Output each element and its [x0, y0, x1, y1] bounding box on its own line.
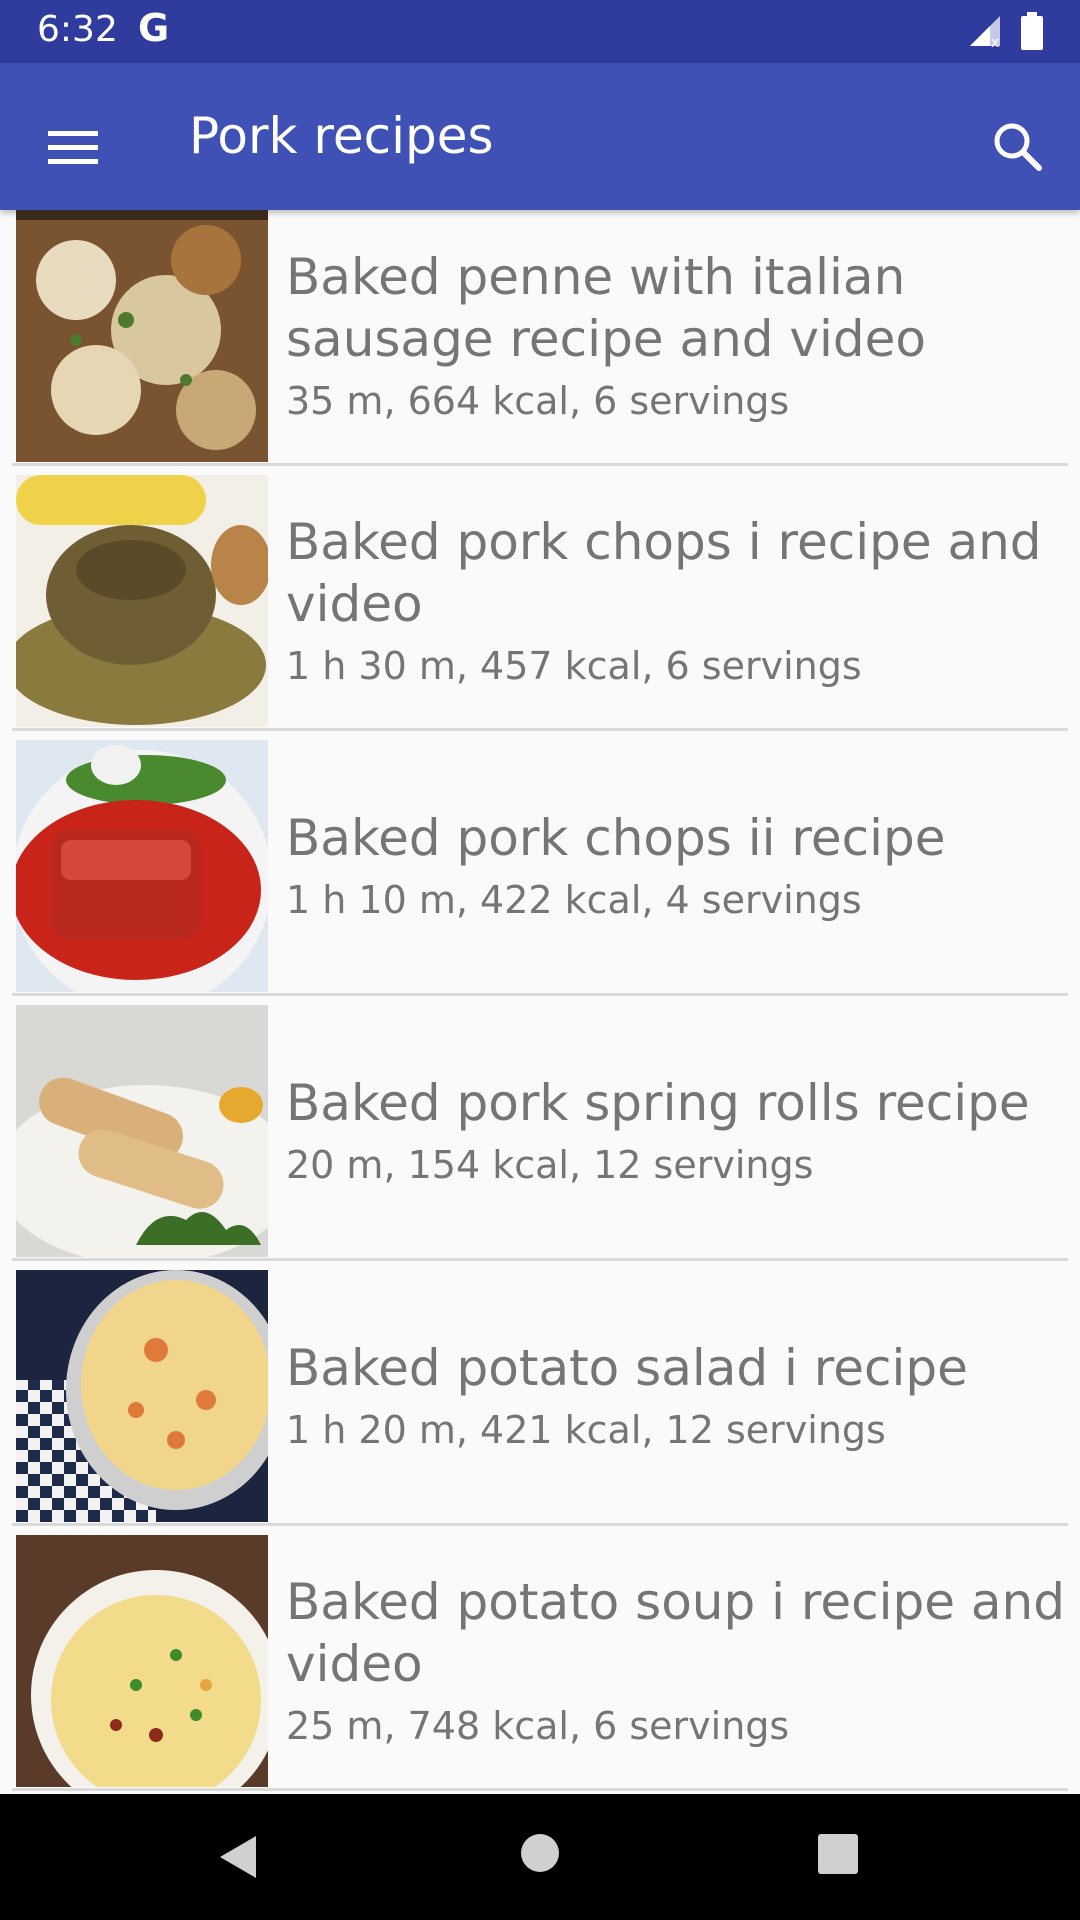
recipe-meta: 1 h 10 m, 422 kcal, 4 servings	[286, 878, 862, 922]
battery-icon	[1020, 12, 1044, 54]
recents-square-icon	[818, 1834, 858, 1874]
recipe-thumbnail	[16, 1270, 268, 1522]
status-bar: 6:32 G x	[0, 0, 1080, 63]
recipe-title: Baked pork chops ii recipe	[286, 809, 946, 867]
recipe-title: Baked potato salad i recipe	[286, 1339, 968, 1397]
recipe-thumbnail	[16, 475, 268, 727]
recipe-meta: 25 m, 748 kcal, 6 servings	[286, 1704, 790, 1748]
app-bar: Pork recipes	[0, 63, 1080, 210]
recipe-list-item[interactable]: Baked potato soup i recipe and video 25 …	[0, 1535, 1080, 1800]
recipe-list-item[interactable]: Baked pork spring rolls recipe 20 m, 154…	[0, 1005, 1080, 1270]
search-icon	[994, 123, 1042, 171]
recipe-list-item[interactable]: Baked pork chops i recipe and video 1 h …	[0, 475, 1080, 740]
recipe-thumbnail	[16, 1535, 268, 1787]
recipe-title: Baked potato soup i recipe and video	[286, 1573, 1065, 1693]
search-button[interactable]	[975, 105, 1059, 189]
recipe-thumbnail	[16, 740, 268, 992]
google-notification-icon: G	[138, 6, 170, 50]
home-circle-icon	[521, 1834, 559, 1872]
recipe-thumbnail	[16, 210, 268, 462]
recipe-thumbnail	[16, 1005, 268, 1257]
divider	[12, 1258, 1068, 1261]
home-button[interactable]	[519, 1832, 561, 1878]
recipe-meta: 1 h 20 m, 421 kcal, 12 servings	[286, 1408, 886, 1452]
recipe-title: Baked penne with italian sausage recipe …	[286, 248, 926, 368]
system-nav-bar	[0, 1794, 1080, 1920]
divider	[12, 463, 1068, 466]
recents-button[interactable]	[816, 1832, 860, 1880]
divider	[12, 993, 1068, 996]
cell-signal-icon: x	[968, 14, 1002, 52]
recipe-list-item[interactable]: Baked penne with italian sausage recipe …	[0, 210, 1080, 475]
page-title: Pork recipes	[189, 107, 494, 165]
recipe-meta: 35 m, 664 kcal, 6 servings	[286, 379, 790, 423]
status-time: 6:32	[37, 9, 118, 50]
divider	[12, 1523, 1068, 1526]
divider	[12, 728, 1068, 731]
recipe-meta: 20 m, 154 kcal, 12 servings	[286, 1143, 814, 1187]
back-triangle-icon	[220, 1836, 256, 1878]
recipe-list-item[interactable]: Baked pork chops ii recipe 1 h 10 m, 422…	[0, 740, 1080, 1005]
menu-button[interactable]	[30, 105, 114, 189]
recipe-list: Baked penne with italian sausage recipe …	[0, 210, 1080, 1800]
divider	[12, 1788, 1068, 1791]
hamburger-menu-icon	[48, 131, 98, 164]
recipe-title: Baked pork chops i recipe and video	[286, 513, 1042, 633]
recipe-meta: 1 h 30 m, 457 kcal, 6 servings	[286, 644, 862, 688]
recipe-list-item[interactable]: Baked potato salad i recipe 1 h 20 m, 42…	[0, 1270, 1080, 1535]
svg-text:x: x	[991, 35, 999, 48]
back-button[interactable]	[214, 1832, 264, 1886]
recipe-title: Baked pork spring rolls recipe	[286, 1074, 1030, 1132]
